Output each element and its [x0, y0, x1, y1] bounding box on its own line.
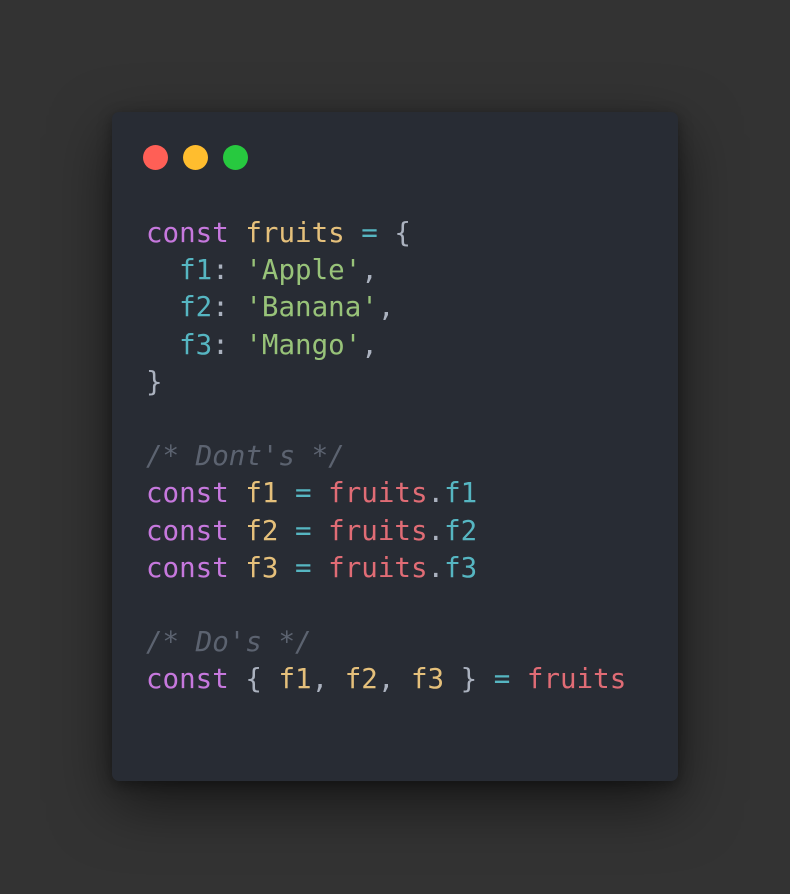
code-token-prop: f3 — [179, 328, 213, 361]
code-token-kw: const — [146, 514, 229, 547]
backdrop: const fruits = { f1: 'Apple', f2: 'Banan… — [0, 0, 790, 894]
code-token-punc: . — [427, 477, 445, 510]
code-token-ws — [229, 663, 246, 695]
code-token-op: = — [493, 663, 511, 696]
code-token-ws — [146, 254, 179, 286]
code-token-ws — [312, 515, 329, 547]
code-token-var: f1 — [245, 477, 279, 510]
code-token-prop: f1 — [444, 477, 478, 510]
code-token-punc: } — [146, 365, 163, 398]
code-token-var: f2 — [245, 514, 279, 547]
code-token-ws — [229, 552, 246, 584]
code-token-punc: { — [245, 663, 262, 696]
code-token-punc: } — [460, 663, 478, 696]
code-token-cmt: /* Dont's */ — [146, 440, 345, 473]
code-token-punc: , — [361, 254, 378, 287]
code-line: f2: 'Banana', — [146, 289, 626, 326]
code-token-punc: : — [212, 254, 246, 287]
code-token-var: fruits — [245, 217, 345, 249]
code-token-cmt: /* Do's */ — [146, 626, 312, 659]
code-token-kw: const — [146, 551, 229, 584]
code-line: const f3 = fruits.f3 — [146, 550, 626, 587]
code-token-op: = — [295, 551, 312, 584]
code-token-prop: f3 — [444, 551, 478, 584]
code-token-op: = — [295, 477, 312, 510]
code-token-str: 'Apple' — [245, 254, 362, 287]
code-token-var: f2 — [344, 663, 378, 696]
code-token-ws — [444, 663, 461, 695]
code-token-obj: fruits — [328, 551, 428, 584]
code-token-ws — [312, 477, 329, 509]
code-token-ws — [229, 477, 246, 509]
window-controls — [143, 145, 248, 170]
code-token-ws — [146, 291, 179, 323]
code-line: const { f1, f2, f3 } = fruits — [146, 661, 626, 698]
minimize-button[interactable] — [183, 145, 208, 170]
code-token-obj: fruits — [526, 663, 627, 696]
code-token-ws — [146, 329, 179, 361]
code-token-op: = — [295, 514, 312, 547]
code-token-punc: : — [212, 291, 246, 324]
code-line: const f2 = fruits.f2 — [146, 513, 626, 550]
code-token-ws — [229, 515, 246, 547]
code-token-punc: . — [427, 514, 445, 547]
code-token-ws — [229, 217, 246, 249]
code-line: /* Dont's */ — [146, 438, 626, 475]
code-token-obj: fruits — [328, 477, 428, 510]
code-token-var: f1 — [278, 663, 312, 696]
code-token-op: = — [361, 217, 378, 249]
code-token-prop: f2 — [179, 291, 213, 324]
code-token-ws — [312, 552, 329, 584]
code-line: const f1 = fruits.f1 — [146, 475, 626, 512]
code-token-ws — [477, 663, 494, 695]
code-line: f3: 'Mango', — [146, 327, 626, 364]
code-token-obj: fruits — [328, 514, 428, 547]
code-token-str: 'Mango' — [245, 328, 362, 361]
code-line: const fruits = { — [146, 215, 626, 252]
code-block: const fruits = { f1: 'Apple', f2: 'Banan… — [146, 215, 626, 698]
code-token-str: 'Banana' — [245, 291, 378, 324]
code-window: const fruits = { f1: 'Apple', f2: 'Banan… — [112, 112, 678, 781]
code-line: f1: 'Apple', — [146, 252, 626, 289]
code-token-punc: { — [394, 217, 411, 249]
code-token-var: f3 — [245, 551, 279, 584]
code-token-ws — [510, 663, 527, 695]
code-token-kw: const — [146, 477, 229, 510]
code-token-punc: . — [427, 551, 445, 584]
code-token-kw: const — [146, 663, 229, 696]
code-token-prop: f1 — [179, 254, 213, 287]
code-token-punc: , — [377, 291, 395, 324]
code-token-punc: , — [377, 663, 411, 696]
code-token-prop: f2 — [444, 514, 478, 547]
code-token-punc: , — [311, 663, 345, 696]
code-token-ws — [278, 515, 295, 547]
code-line: /* Do's */ — [146, 624, 626, 661]
maximize-button[interactable] — [223, 145, 248, 170]
code-token-punc: , — [361, 328, 378, 361]
code-token-punc: : — [212, 328, 246, 361]
close-button[interactable] — [143, 145, 168, 170]
code-token-kw: const — [146, 217, 229, 249]
code-token-ws — [278, 477, 295, 509]
code-token-ws — [278, 552, 295, 584]
code-line: } — [146, 364, 626, 401]
code-token-var: f3 — [410, 663, 445, 696]
code-token-ws — [262, 663, 279, 695]
code-token-ws — [378, 217, 395, 249]
code-token-ws — [345, 217, 362, 249]
